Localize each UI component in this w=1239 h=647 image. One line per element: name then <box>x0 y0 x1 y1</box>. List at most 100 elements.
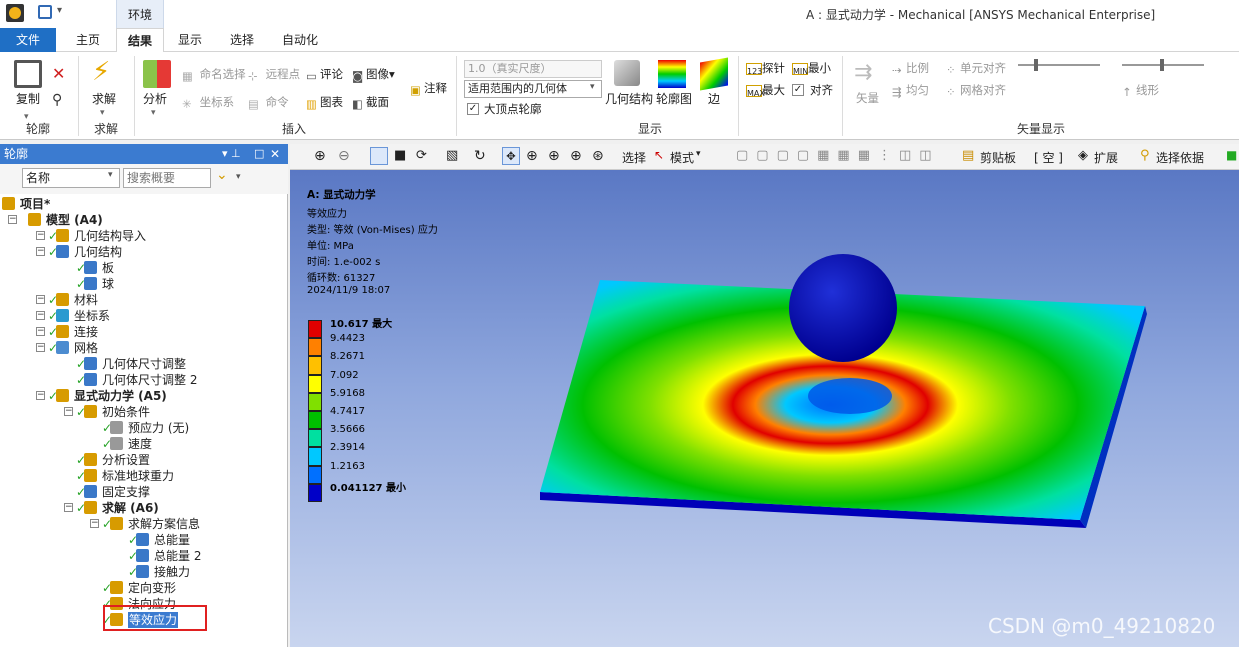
mode-dropdown-icon[interactable]: ▾ <box>696 149 701 159</box>
uniform-button[interactable]: ⇶ 均匀 <box>892 82 929 99</box>
named-selection-button[interactable]: ▦ 命名选择 <box>182 66 246 83</box>
tree-item[interactable]: ✓ 标准地球重力 <box>0 468 288 484</box>
tree-item[interactable]: − ✓ 求解 (A6) <box>0 500 288 516</box>
tree-item[interactable]: ✓ 几何体尺寸调整 <box>0 356 288 372</box>
filter-dropdown-icon[interactable]: ▾ <box>108 170 113 180</box>
tree-item[interactable]: − 模型 (A4) <box>0 212 288 228</box>
mesh-align-button[interactable]: ⁘ 网格对齐 <box>946 82 1006 99</box>
zoom-out-icon[interactable]: ⊖ <box>338 148 350 164</box>
tree-item[interactable]: − ✓ 显式动力学 (A5) <box>0 388 288 404</box>
delete-icon[interactable]: ✕ <box>52 64 65 83</box>
quick-access-dropdown-icon[interactable]: ▾ <box>57 5 62 16</box>
tree-item[interactable]: ✓ 几何体尺寸调整 2 <box>0 372 288 388</box>
save-icon[interactable] <box>38 5 52 19</box>
tab-results[interactable]: 结果 <box>116 28 164 53</box>
vector-density-slider[interactable] <box>1122 59 1204 71</box>
analyze-dropdown-icon[interactable]: ▾ <box>151 108 156 118</box>
clipboard-icon[interactable]: ▤ <box>962 148 974 163</box>
probe-button[interactable]: 123探针 <box>746 60 785 76</box>
scope-dropdown-icon[interactable]: ▾ <box>590 82 595 92</box>
tree-item[interactable]: − ✓ 连接 <box>0 324 288 340</box>
tree-item[interactable]: ✓ 定向变形 <box>0 580 288 596</box>
tree-item[interactable]: ✓ 速度 <box>0 436 288 452</box>
remote-point-button[interactable]: ⊹ 远程点 <box>248 66 300 83</box>
tab-selection[interactable]: 选择 <box>220 28 264 52</box>
tab-display[interactable]: 显示 <box>168 28 212 52</box>
tree-item[interactable]: ✓ 总能量 <box>0 532 288 548</box>
expand-toggle-icon[interactable]: − <box>90 519 99 528</box>
expand-toggle-icon[interactable]: − <box>36 231 45 240</box>
expand-chevron-icon[interactable]: ⌄ <box>216 167 228 183</box>
rotate-view-icon[interactable]: ⟳ <box>416 148 427 163</box>
tree-item[interactable]: ✓ 球 <box>0 276 288 292</box>
select-by-button[interactable]: 选择依据 <box>1156 149 1204 166</box>
select-by-icon[interactable]: ⚲ <box>1140 148 1150 163</box>
filter-name-select[interactable]: 名称 <box>22 168 120 188</box>
close-icon[interactable]: ✕ <box>270 144 280 164</box>
edge-icon[interactable] <box>700 57 728 91</box>
expand-toggle-icon[interactable]: − <box>64 503 73 512</box>
mode-button[interactable]: 模式 <box>670 149 694 166</box>
tree-item[interactable]: 项目* <box>0 196 288 212</box>
tab-automation[interactable]: 自动化 <box>272 28 328 52</box>
expand-toggle-icon[interactable]: − <box>36 295 45 304</box>
expand-toggle-icon[interactable]: − <box>36 311 45 320</box>
selection-filter-icons[interactable]: ▢▢▢▢▦▦▦⋮◫◫ <box>736 148 940 163</box>
expand-toggle-icon[interactable]: − <box>36 391 45 400</box>
vector-length-slider[interactable] <box>1018 59 1100 71</box>
vector-arrows-icon[interactable]: ⇉ <box>854 60 872 85</box>
pan-icon[interactable]: ✥ <box>502 147 520 165</box>
vector-button[interactable]: 矢量 <box>856 90 879 106</box>
scope-select[interactable]: 适用范围内的几何体 <box>464 80 602 98</box>
rotate-icon[interactable]: ↻ <box>474 148 486 164</box>
tree-item[interactable]: ✓ 分析设置 <box>0 452 288 468</box>
command-button[interactable]: ▤ 命令 <box>248 94 289 111</box>
linear-button[interactable]: ↑ 线形 <box>1122 82 1159 99</box>
search-icon[interactable]: ⚲ <box>52 92 62 108</box>
contour-button[interactable]: 轮廓图 <box>656 90 692 107</box>
geometry-button[interactable]: 几何结构 <box>605 90 653 107</box>
coordinate-system-button[interactable]: ✳ 坐标系 <box>182 94 234 111</box>
tree-item[interactable]: − ✓ 几何结构 <box>0 244 288 260</box>
section-button[interactable]: ◧ 截面 <box>352 94 389 111</box>
annotation-button[interactable]: ▣ 注释 <box>410 80 447 97</box>
chart-button[interactable]: ▥ 图表 <box>306 94 343 111</box>
outline-search-input[interactable] <box>123 168 211 188</box>
scale-select[interactable]: 1.0（真实尺度） <box>464 60 602 78</box>
tab-file[interactable]: 文件 <box>0 28 56 52</box>
geometry-icon[interactable] <box>614 60 640 86</box>
magnify-icon[interactable]: ⊛ <box>592 148 604 164</box>
expand-button[interactable]: 扩展 <box>1094 149 1118 166</box>
expand-toggle-icon[interactable]: − <box>64 407 73 416</box>
tree-item[interactable]: ✓ 预应力 (无) <box>0 420 288 436</box>
max-button[interactable]: MAX最大 <box>746 82 785 98</box>
analysis-icon[interactable] <box>143 60 171 88</box>
image-button[interactable]: ◙ 图像▾ <box>352 66 395 83</box>
tree-item[interactable]: − ✓ 求解方案信息 <box>0 516 288 532</box>
expand-toggle-icon[interactable]: − <box>36 327 45 336</box>
min-button[interactable]: MIN最小 <box>792 60 831 76</box>
expand-toggle-icon[interactable]: − <box>36 247 45 256</box>
context-tab-environment[interactable]: 环境 <box>116 0 164 28</box>
expand-toggle-icon[interactable]: − <box>8 215 17 224</box>
copy-icon[interactable] <box>14 60 42 88</box>
outline-checkbox[interactable]: ✓ <box>467 103 479 115</box>
expand-toggle-icon[interactable]: − <box>36 343 45 352</box>
lightning-icon[interactable]: ⚡ <box>92 58 110 86</box>
zoom-icon[interactable]: ⊕ <box>526 148 538 164</box>
graphics-viewport[interactable]: A: 显式动力学 等效应力 类型: 等效 (Von-Mises) 应力 单位: … <box>290 170 1239 647</box>
contour-icon[interactable] <box>658 60 686 88</box>
proportional-button[interactable]: ⇢ 比例 <box>892 60 929 77</box>
element-align-button[interactable]: ⁘ 单元对齐 <box>946 60 1006 77</box>
tree-item[interactable]: − ✓ 网格 <box>0 340 288 356</box>
analyze-button[interactable]: 分析 <box>143 90 167 107</box>
tree-item[interactable]: − ✓ 材料 <box>0 292 288 308</box>
zoom-box-icon[interactable]: ⊕ <box>548 148 560 164</box>
solve-button[interactable]: 求解 <box>92 90 116 107</box>
iso-view-icon[interactable] <box>370 147 388 165</box>
tab-home[interactable]: 主页 <box>64 28 112 52</box>
extend-icon[interactable]: ■ <box>1226 148 1237 162</box>
tree-item[interactable]: ✓ 固定支撑 <box>0 484 288 500</box>
maximize-icon[interactable]: □ <box>254 144 264 164</box>
expand-icon[interactable]: ◈ <box>1078 148 1088 163</box>
